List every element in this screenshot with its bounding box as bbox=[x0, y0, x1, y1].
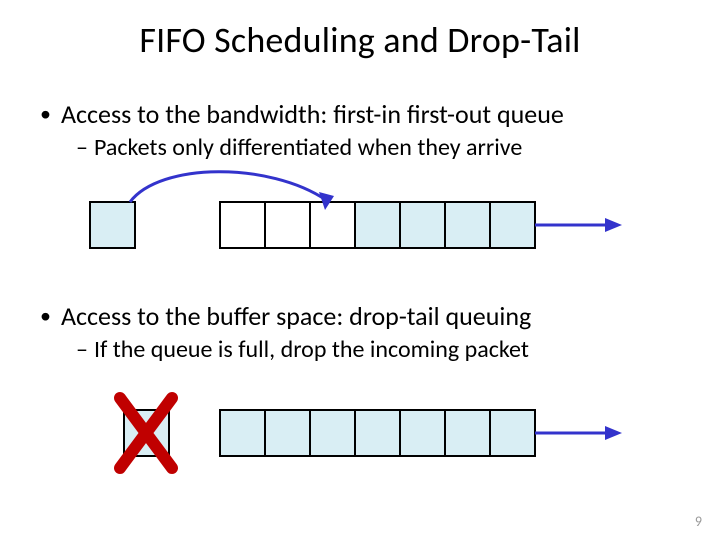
queue-slot bbox=[490, 202, 535, 248]
bullet-1-sub: –Packets only differentiated when they a… bbox=[76, 133, 522, 162]
bullet-2: • Access to the buffer space: drop-tail q… bbox=[40, 300, 531, 332]
bullet-1-text: Access to the bandwidth: first-in first-… bbox=[61, 98, 564, 130]
slide-title: FIFO Scheduling and Drop-Tail bbox=[0, 18, 720, 62]
bullet-2-sub: –If the queue is full, drop the incoming… bbox=[76, 335, 529, 364]
bullet-2-text: Access to the buffer space: drop-tail qu… bbox=[61, 300, 531, 332]
enqueue-arc bbox=[130, 172, 326, 202]
exit-arrow-head-icon bbox=[605, 218, 622, 232]
exit-arrow-head-icon bbox=[605, 426, 622, 440]
queue-slot bbox=[355, 410, 400, 456]
queue-slot bbox=[355, 202, 400, 248]
queue-slot bbox=[445, 410, 490, 456]
bullet-dot-icon: • bbox=[40, 100, 51, 127]
queue-slot bbox=[400, 202, 445, 248]
queue-slot bbox=[400, 410, 445, 456]
queue-slot bbox=[310, 410, 355, 456]
page-number: 9 bbox=[695, 513, 702, 530]
bullet-1: • Access to the bandwidth: first-in first… bbox=[40, 98, 564, 130]
queue-slot bbox=[220, 410, 265, 456]
incoming-packet-box bbox=[90, 202, 135, 248]
queue-slot bbox=[265, 410, 310, 456]
dash-icon: – bbox=[76, 335, 88, 364]
fifo-diagram bbox=[70, 170, 630, 280]
bullet-2-sub-text: If the queue is full, drop the incoming … bbox=[94, 335, 529, 364]
dash-icon: – bbox=[76, 133, 88, 162]
bullet-dot-icon: • bbox=[40, 302, 51, 329]
bullet-1-sub-text: Packets only differentiated when they ar… bbox=[94, 133, 522, 162]
queue-slot bbox=[445, 202, 490, 248]
queue-slot bbox=[490, 410, 535, 456]
drop-tail-diagram bbox=[70, 390, 630, 490]
